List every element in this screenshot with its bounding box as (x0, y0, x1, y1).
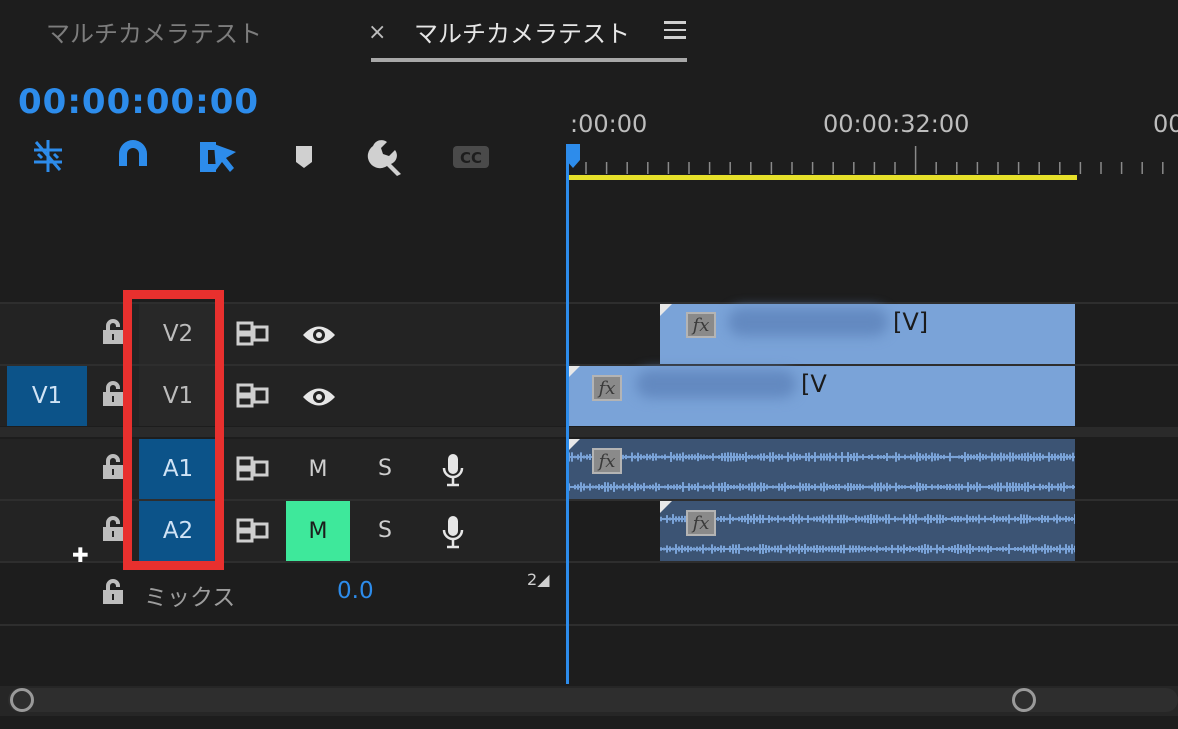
active-tab-underline (371, 58, 687, 62)
track-header-a1 (0, 439, 568, 499)
add-track-plus-icon[interactable]: ✚ (72, 543, 89, 567)
clip-start-marker (568, 366, 580, 378)
clip-video-tag: [V (801, 370, 827, 398)
mix-volume-value[interactable]: 0.0 (337, 578, 374, 604)
track-divider (0, 624, 1178, 626)
track-lock-icon[interactable] (101, 318, 125, 346)
add-marker-icon[interactable] (284, 136, 324, 176)
microphone-icon[interactable] (441, 514, 465, 550)
scrollbar-right-handle[interactable] (1012, 688, 1036, 712)
ruler-label-32s: 00:00:32:00 (823, 110, 970, 138)
clip-start-marker (660, 304, 672, 316)
source-patch-v1[interactable]: V1 (7, 366, 87, 426)
fx-badge[interactable]: fx (686, 510, 716, 536)
mute-button-a1[interactable]: M (286, 439, 350, 499)
work-area-bar[interactable] (568, 175, 1077, 180)
clip-video-tag: [V] (893, 308, 929, 336)
nest-icon[interactable] (28, 136, 68, 176)
playhead-line[interactable] (566, 160, 569, 684)
sync-lock-icon[interactable] (236, 518, 270, 544)
horizontal-zoom-scrollbar[interactable] (8, 688, 1178, 712)
track-lock-icon[interactable] (101, 380, 125, 408)
highlight-annotation-box (123, 290, 224, 570)
ruler-label-end: 00 (1153, 110, 1178, 138)
ruler-label-start: :00:00 (570, 110, 648, 138)
sync-lock-icon[interactable] (236, 383, 270, 409)
sync-lock-icon[interactable] (236, 456, 270, 482)
tab-sequence-active[interactable]: マルチカメラテスト (414, 14, 630, 49)
clip-start-marker (660, 501, 672, 513)
blurred-clip-name (728, 308, 888, 336)
solo-button-a1[interactable]: S (378, 456, 392, 481)
eye-icon[interactable] (302, 386, 336, 408)
snap-magnet-icon[interactable] (113, 136, 153, 176)
tab-sequence-inactive[interactable]: マルチカメラテスト (46, 14, 262, 49)
svg-text:CC: CC (460, 149, 482, 167)
time-ruler[interactable] (568, 140, 1178, 176)
sync-lock-icon[interactable] (236, 321, 270, 347)
track-lock-icon[interactable] (101, 515, 125, 543)
mix-channel-indicator[interactable]: 2◢ (527, 570, 550, 589)
playhead-timecode[interactable]: 00:00:00:00 (18, 82, 259, 122)
track-lock-icon[interactable] (101, 453, 125, 481)
mix-track-label: ミックス (144, 585, 236, 611)
settings-wrench-icon[interactable] (367, 136, 407, 176)
fx-badge[interactable]: fx (592, 448, 622, 474)
captions-cc-icon[interactable]: CC (451, 136, 491, 176)
audio-waveform-a2 (660, 514, 1075, 554)
clip-start-marker (568, 439, 580, 451)
mix-lock-icon[interactable] (101, 578, 125, 606)
eye-icon[interactable] (302, 324, 336, 346)
fx-badge[interactable]: fx (592, 375, 622, 401)
tab-close-icon[interactable]: × (368, 20, 386, 45)
linked-selection-icon[interactable] (198, 136, 238, 176)
audio-waveform-a1 (568, 452, 1075, 492)
panel-menu-icon[interactable] (664, 21, 686, 39)
fx-badge[interactable]: fx (686, 312, 716, 338)
solo-button-a2[interactable]: S (378, 518, 392, 543)
playhead-handle[interactable] (566, 144, 582, 168)
scrollbar-left-handle[interactable] (10, 688, 34, 712)
blurred-clip-name (636, 370, 796, 398)
mute-button-a2[interactable]: M (286, 501, 350, 561)
microphone-icon[interactable] (441, 452, 465, 488)
track-header-v2 (0, 304, 568, 364)
